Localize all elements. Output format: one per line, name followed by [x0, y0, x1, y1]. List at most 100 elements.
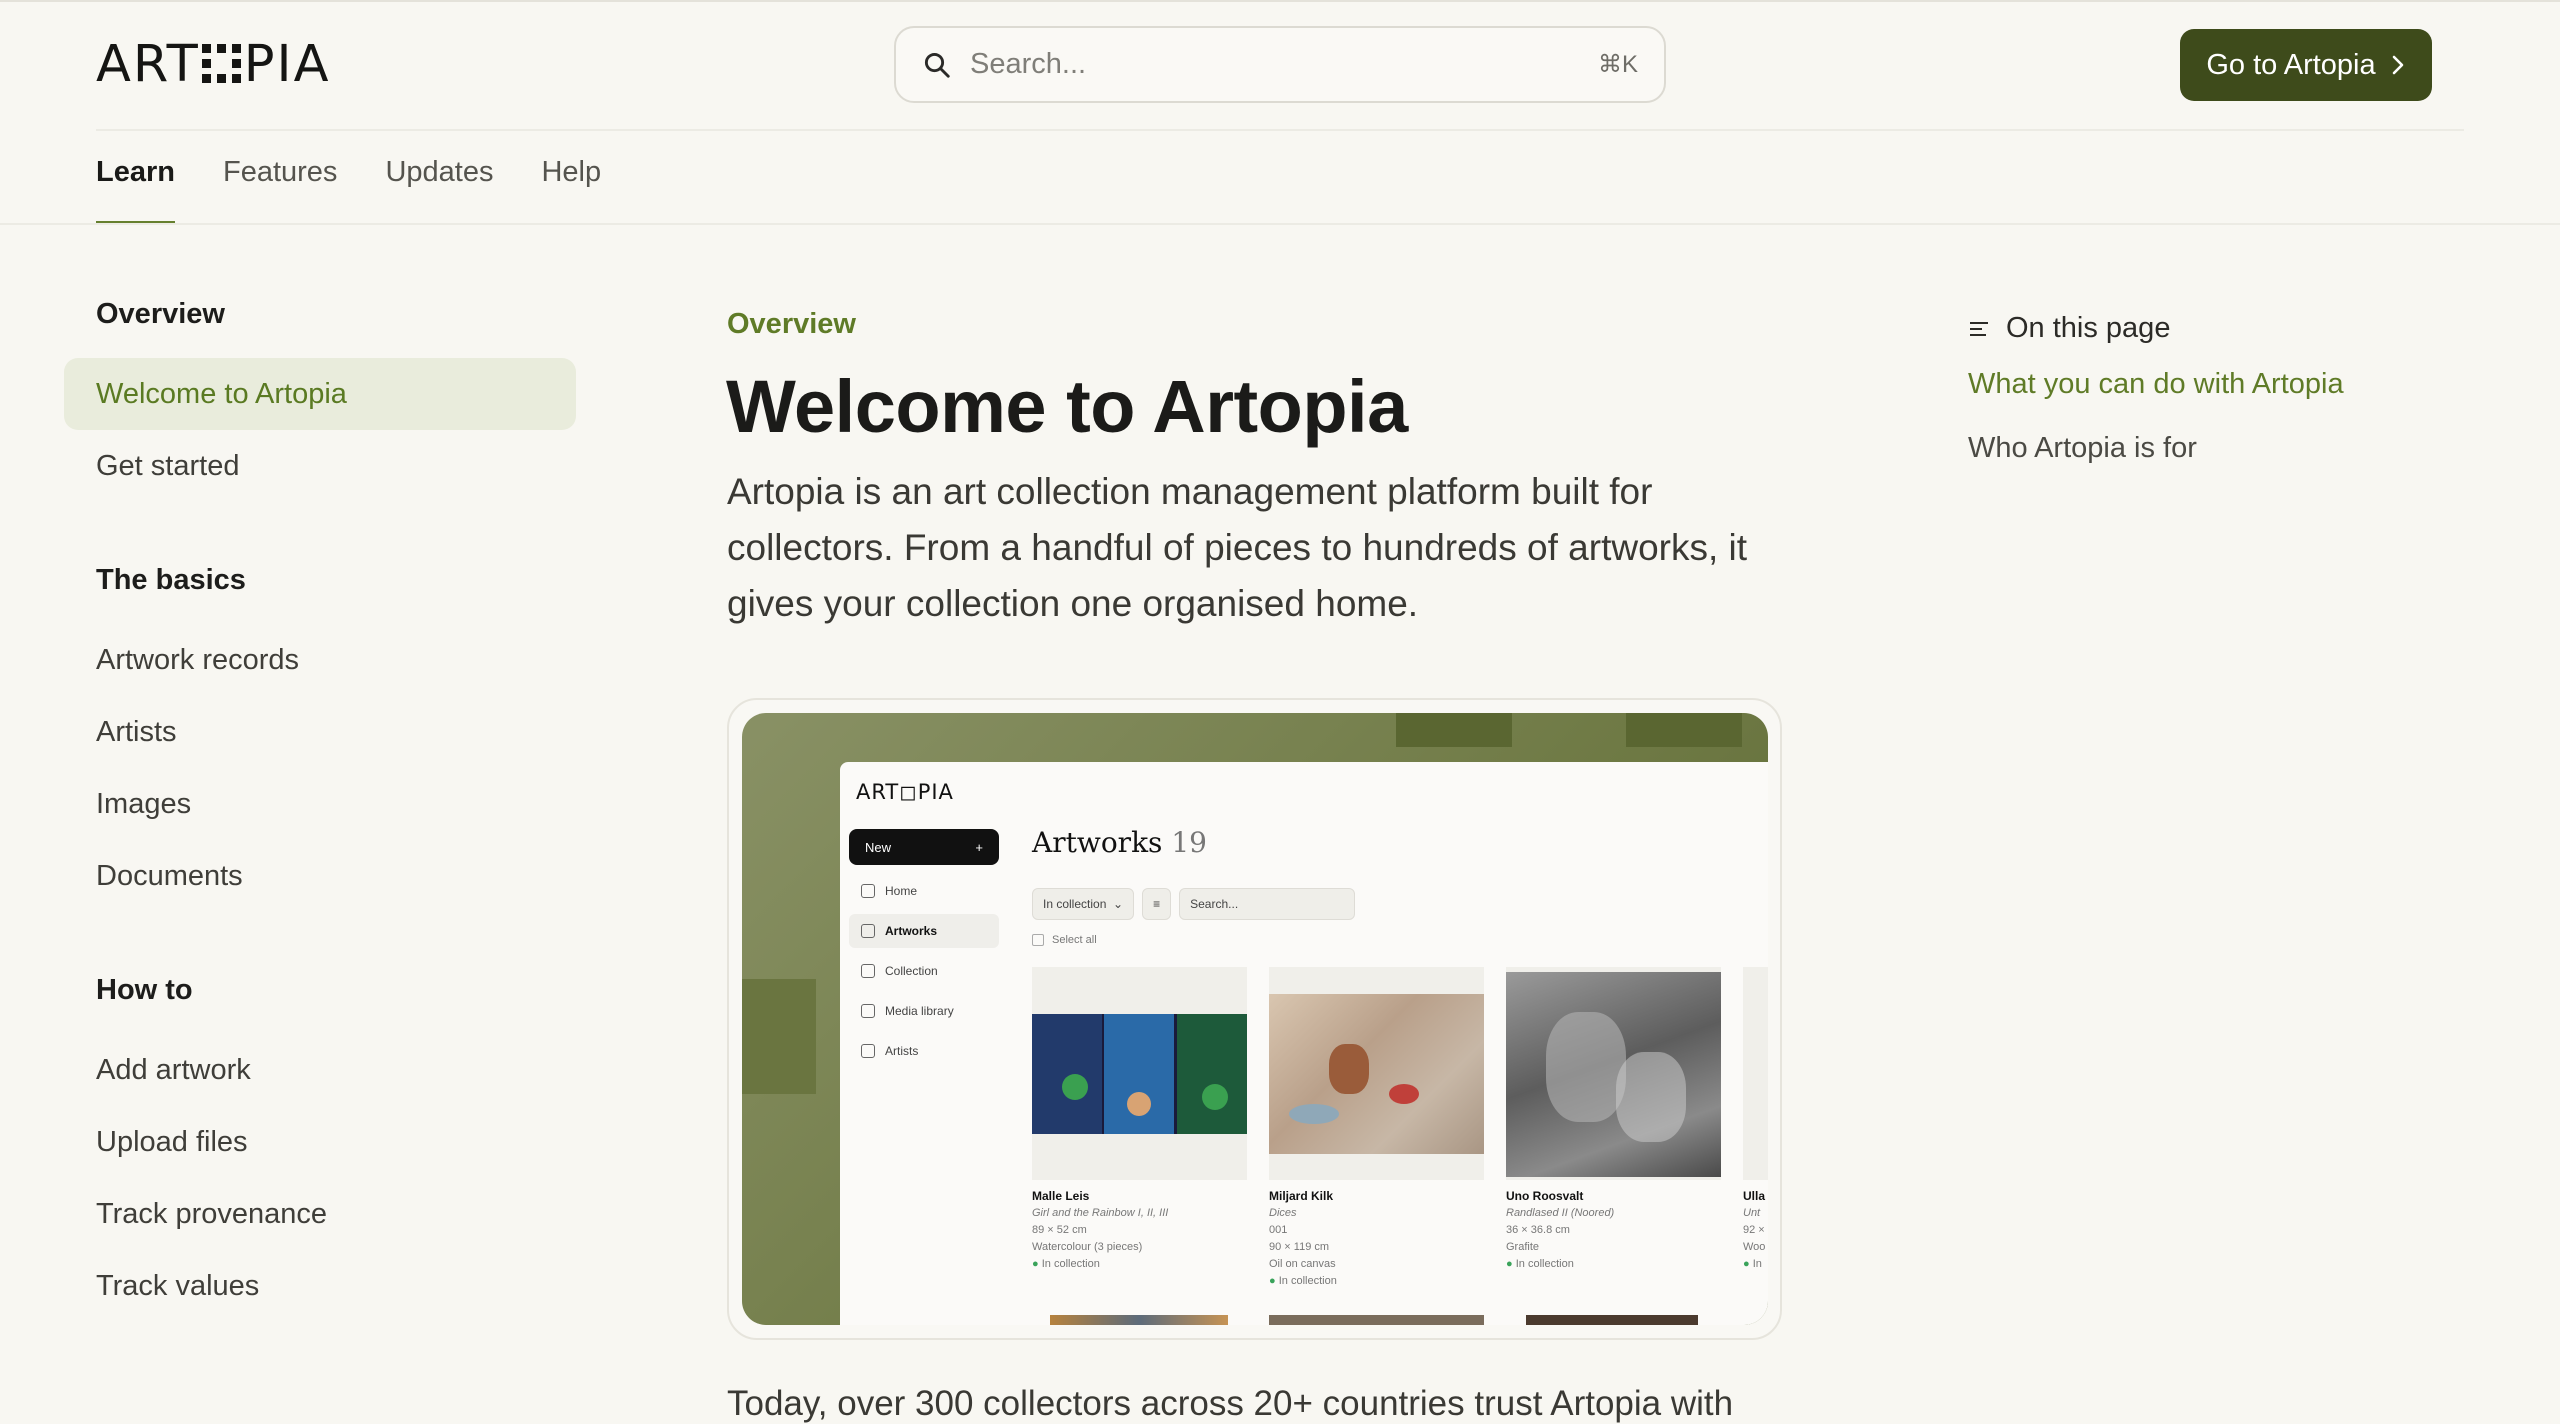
artwork-peek: [1526, 1315, 1698, 1325]
filter-icon: ≡: [1142, 888, 1172, 920]
lead-paragraph: Artopia is an art collection management …: [727, 471, 1748, 624]
header-divider: [96, 129, 2464, 131]
artwork-meta: Miljard Kilk Dices 001 90 × 119 cm Oil o…: [1269, 1188, 1484, 1290]
artwork-size: 89 × 52 cm: [1032, 1224, 1087, 1236]
sidebar-item-get-started[interactable]: Get started: [64, 430, 576, 502]
artwork-image: [1032, 1014, 1247, 1134]
artwork-peek: [1050, 1315, 1228, 1325]
artwork-artist: Miljard Kilk: [1269, 1189, 1334, 1203]
artwork-title: Girl and the Rainbow I, II, III: [1032, 1207, 1169, 1219]
app-search-placeholder: Search...: [1190, 897, 1239, 911]
toc-item-who-artopia-is-for[interactable]: Who Artopia is for: [1968, 432, 2197, 465]
left-sidebar: Overview Welcome to Artopia Get started …: [64, 290, 576, 1322]
artwork-card: Ulla Unt 92 × Woo ● In: [1743, 967, 1768, 1325]
app-select-all-label: Select all: [1052, 934, 1097, 946]
cta-label: Go to Artopia: [2206, 48, 2376, 81]
search-shortcut: ⌘K: [1597, 51, 1638, 78]
sidebar-item-track-provenance[interactable]: Track provenance: [64, 1178, 576, 1250]
artwork-medium: Woo: [1743, 1241, 1766, 1253]
tab-updates[interactable]: Updates: [385, 156, 493, 224]
app-nav-artworks: Artworks: [849, 914, 999, 948]
section-eyebrow: Overview: [727, 308, 856, 340]
app-new-button: New +: [849, 829, 999, 865]
artwork-size: 001: [1269, 1224, 1288, 1236]
decor-band: [742, 979, 816, 1094]
app-nav-artists: Artists: [849, 1034, 999, 1068]
app-select-all: Select all: [1032, 934, 1097, 946]
artwork-status-label: In collection: [1041, 1258, 1100, 1270]
artwork-title: Dices: [1269, 1207, 1297, 1219]
artwork-artist: Malle Leis: [1032, 1189, 1090, 1203]
checkbox-icon: [1032, 934, 1044, 946]
search-box[interactable]: Search... ⌘K: [894, 26, 1666, 103]
sidebar-item-images[interactable]: Images: [64, 768, 576, 840]
tab-learn[interactable]: Learn: [96, 156, 175, 224]
media-library-icon: [861, 1004, 875, 1018]
artwork-artist: Uno Roosvalt: [1506, 1189, 1584, 1203]
home-icon: [861, 884, 875, 898]
sidebar-group-overview: Overview: [96, 298, 225, 330]
search-icon: [924, 52, 950, 78]
decor-band: [1626, 713, 1742, 747]
app-nav-home: Home: [849, 874, 999, 908]
app-nav-collection: Collection: [849, 954, 999, 988]
toc-item-what-you-can-do[interactable]: What you can do with Artopia: [1968, 368, 2344, 401]
artwork-image: [1269, 994, 1484, 1154]
app-nav-label: Artists: [885, 1044, 919, 1058]
app-nav-media-library: Media library: [849, 994, 999, 1028]
artwork-title: Unt: [1743, 1207, 1761, 1219]
artwork-status-label: In: [1752, 1258, 1762, 1270]
artwork-meta: Uno Roosvalt Randlased II (Noored) 36 × …: [1506, 1188, 1721, 1273]
sidebar-item-track-values[interactable]: Track values: [64, 1250, 576, 1322]
app-nav-label: Media library: [885, 1004, 954, 1018]
artopia-logo[interactable]: ART PIA: [96, 35, 330, 94]
sidebar-item-welcome[interactable]: Welcome to Artopia: [64, 358, 576, 430]
artwork-title: Randlased II (Noored): [1506, 1207, 1615, 1219]
app-title-text: Artworks: [1032, 826, 1163, 859]
artwork-thumbnail: [1269, 967, 1484, 1180]
artwork-status: ● In collection: [1032, 1258, 1100, 1270]
artwork-thumbnail: [1743, 967, 1768, 1180]
artwork-peek: [1269, 1315, 1484, 1325]
search-placeholder: Search...: [970, 48, 1087, 80]
sidebar-item-artists[interactable]: Artists: [64, 696, 576, 768]
body-paragraph: Today, over 300 collectors across 20+ co…: [727, 1384, 1734, 1423]
app-filter-dropdown: In collection ⌄: [1032, 888, 1135, 920]
artwork-thumbnail: [1032, 967, 1247, 1180]
artwork-extra: Oil on canvas: [1269, 1258, 1336, 1270]
app-count: 19: [1171, 826, 1207, 859]
tab-features[interactable]: Features: [223, 156, 337, 224]
artwork-status: ● In collection: [1269, 1275, 1337, 1287]
app-nav: Home Artworks Collection Media library A…: [849, 874, 999, 1074]
plus-icon: +: [975, 839, 983, 855]
app-nav-label: Collection: [885, 964, 938, 978]
artworks-icon: [861, 924, 875, 938]
list-icon: [1970, 321, 1988, 336]
artwork-status: ● In collection: [1506, 1258, 1574, 1270]
app-filters: In collection ⌄ ≡ Search...: [1032, 888, 1356, 920]
sidebar-item-documents[interactable]: Documents: [64, 840, 576, 912]
artwork-meta: Ulla Unt 92 × Woo ● In: [1743, 1188, 1768, 1273]
artwork-thumbnail: [1506, 967, 1721, 1180]
artwork-status-label: In collection: [1278, 1275, 1337, 1287]
app-preview: ART◻PIA New + Home Artworks Collection M…: [840, 762, 1768, 1325]
artwork-artist: Ulla: [1743, 1189, 1766, 1203]
toc-heading-label: On this page: [2006, 312, 2171, 344]
artwork-status: ● In: [1743, 1258, 1762, 1270]
app-search: Search...: [1179, 888, 1356, 920]
go-to-artopia-button[interactable]: Go to Artopia: [2180, 29, 2432, 101]
top-tabs: Learn Features Updates Help: [96, 156, 601, 224]
collection-icon: [861, 964, 875, 978]
tab-help[interactable]: Help: [541, 156, 601, 224]
toc-heading: On this page: [1968, 312, 2170, 345]
app-nav-label: Artworks: [885, 924, 938, 938]
artists-icon: [861, 1044, 875, 1058]
artwork-meta: Malle Leis Girl and the Rainbow I, II, I…: [1032, 1188, 1247, 1273]
decor-band: [1396, 713, 1512, 747]
sidebar-item-upload-files[interactable]: Upload files: [64, 1106, 576, 1178]
sidebar-item-add-artwork[interactable]: Add artwork: [64, 1034, 576, 1106]
sidebar-item-artwork-records[interactable]: Artwork records: [64, 624, 576, 696]
artwork-medium: Watercolour (3 pieces): [1032, 1241, 1143, 1253]
artwork-image: [1506, 972, 1721, 1177]
nav-divider: [0, 223, 2560, 225]
